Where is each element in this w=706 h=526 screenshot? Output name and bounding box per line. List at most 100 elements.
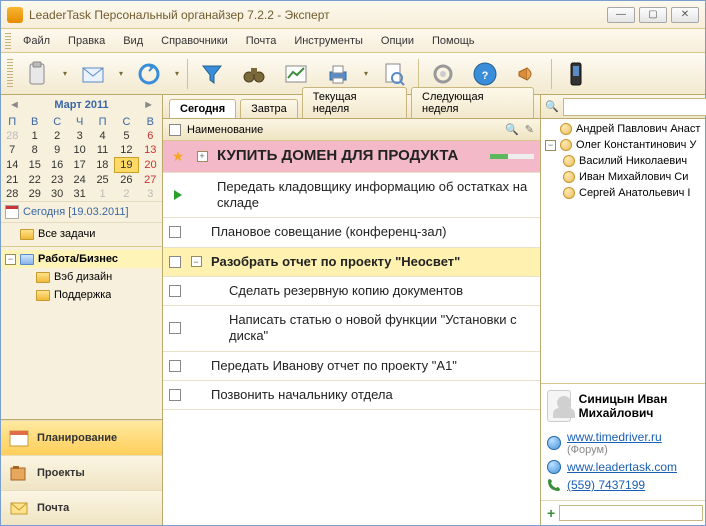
calendar-day[interactable]: 8 — [23, 143, 45, 158]
calendar-day[interactable]: 1 — [91, 187, 114, 201]
dropdown-icon[interactable]: ▾ — [362, 69, 370, 78]
contact-item[interactable]: Андрей Павлович Анаст — [541, 121, 705, 137]
tab-today[interactable]: Сегодня — [169, 99, 236, 118]
task-checkbox[interactable] — [169, 285, 181, 297]
contact-item[interactable]: −Олег Константинович У — [541, 137, 705, 153]
calendar-day[interactable]: 9 — [46, 143, 68, 158]
calendar-day[interactable]: 30 — [46, 187, 68, 201]
nav-planning[interactable]: Планирование — [1, 420, 162, 455]
dropdown-icon[interactable]: ▾ — [117, 69, 125, 78]
calendar-day[interactable]: 11 — [91, 143, 114, 158]
filter-button[interactable] — [194, 57, 230, 91]
calendar-day[interactable]: 31 — [68, 187, 90, 201]
announce-button[interactable] — [509, 57, 545, 91]
menu-view[interactable]: Вид — [115, 32, 151, 50]
task-row[interactable]: Передать кладовщику информацию об остатк… — [163, 173, 540, 219]
task-row[interactable]: Плановое совещание (конференц-зал) — [163, 218, 540, 247]
expand-icon[interactable]: + — [197, 151, 208, 162]
minimize-button[interactable]: — — [607, 7, 635, 23]
calendar-day[interactable]: 17 — [68, 158, 90, 173]
calendar-day[interactable]: 29 — [23, 187, 45, 201]
task-row[interactable]: Сделать резервную копию документов — [163, 277, 540, 306]
contact-tree[interactable]: Андрей Павлович Анаст −Олег Константинов… — [541, 119, 705, 383]
calendar-grid[interactable]: ПВСЧПСВ 28123456789101112131415161718192… — [1, 115, 162, 201]
calendar-day[interactable]: 5 — [114, 129, 138, 143]
menu-ref[interactable]: Справочники — [153, 32, 236, 50]
task-checkbox[interactable] — [169, 322, 181, 334]
calendar-day[interactable]: 21 — [1, 173, 23, 188]
calendar-day[interactable]: 14 — [1, 158, 23, 173]
tree-work[interactable]: − Работа/Бизнес — [1, 250, 162, 268]
calendar-day[interactable]: 2 — [114, 187, 138, 201]
calendar-day[interactable]: 6 — [139, 129, 162, 143]
dropdown-icon[interactable]: ▾ — [173, 69, 181, 78]
task-row[interactable]: Написать статью о новой функции "Установ… — [163, 306, 540, 352]
calendar-day[interactable]: 18 — [91, 158, 114, 173]
calendar-day[interactable]: 22 — [23, 173, 45, 188]
tree-web[interactable]: Вэб дизайн — [1, 268, 162, 286]
calendar-day[interactable]: 23 — [46, 173, 68, 188]
task-row[interactable]: Позвонить начальнику отдела — [163, 381, 540, 410]
next-month-button[interactable]: ► — [143, 99, 154, 111]
tree-all-tasks[interactable]: Все задачи — [1, 225, 162, 243]
collapse-icon[interactable]: − — [545, 140, 556, 151]
contact-item[interactable]: Иван Михайлович Си — [541, 169, 705, 185]
sync-button[interactable] — [131, 57, 167, 91]
collapse-icon[interactable]: − — [5, 254, 16, 265]
calendar-day[interactable]: 7 — [1, 143, 23, 158]
mail-button[interactable] — [75, 57, 111, 91]
clipboard-button[interactable] — [19, 57, 55, 91]
menu-tools[interactable]: Инструменты — [286, 32, 371, 50]
calendar-day[interactable]: 3 — [139, 187, 162, 201]
menu-options[interactable]: Опции — [373, 32, 422, 50]
calendar-day[interactable]: 13 — [139, 143, 162, 158]
maximize-button[interactable]: ▢ — [639, 7, 667, 23]
add-contact-row[interactable]: + — [541, 500, 705, 525]
contact-phone[interactable]: (559) 7437199 — [547, 476, 699, 494]
mobile-button[interactable] — [558, 57, 594, 91]
calendar-day[interactable]: 16 — [46, 158, 68, 173]
calendar-day[interactable]: 25 — [91, 173, 114, 188]
tab-week[interactable]: Текущая неделя — [302, 87, 407, 118]
task-row[interactable]: ★ + КУПИТЬ ДОМЕН ДЛЯ ПРОДУКТА — [163, 141, 540, 173]
task-list[interactable]: ★ + КУПИТЬ ДОМЕН ДЛЯ ПРОДУКТА Передать к… — [163, 141, 540, 525]
calendar-day[interactable]: 10 — [68, 143, 90, 158]
search-icon[interactable]: 🔍 — [505, 123, 519, 136]
calendar-day[interactable]: 28 — [1, 187, 23, 201]
select-all-checkbox[interactable] — [169, 124, 181, 136]
menu-help[interactable]: Помощь — [424, 32, 483, 50]
calendar-day[interactable]: 24 — [68, 173, 90, 188]
edit-column-icon[interactable]: ✎ — [525, 123, 534, 136]
task-checkbox[interactable] — [169, 389, 181, 401]
help-button[interactable]: ? — [467, 57, 503, 91]
nav-mail[interactable]: Почта — [1, 490, 162, 525]
tab-nextweek[interactable]: Следующая неделя — [411, 87, 534, 118]
prev-month-button[interactable]: ◄ — [9, 99, 20, 111]
task-checkbox[interactable] — [169, 360, 181, 372]
task-row[interactable]: − Разобрать отчет по проекту "Неосвет" — [163, 248, 540, 277]
settings-button[interactable] — [425, 57, 461, 91]
contact-search-input[interactable] — [563, 98, 706, 116]
contact-link[interactable]: www.leadertask.com — [547, 458, 699, 476]
contact-link[interactable]: www.timedriver.ru(Форум) — [547, 428, 699, 458]
menu-file[interactable]: Файл — [15, 32, 58, 50]
calendar-day[interactable]: 27 — [139, 173, 162, 188]
dropdown-icon[interactable]: ▾ — [61, 69, 69, 78]
calendar-day[interactable]: 3 — [68, 129, 90, 143]
calendar-month[interactable]: Март 2011 — [54, 99, 108, 111]
calendar-day[interactable]: 1 — [23, 129, 45, 143]
collapse-icon[interactable]: − — [191, 256, 202, 267]
calendar-day[interactable]: 12 — [114, 143, 138, 158]
today-link[interactable]: Сегодня [19.03.2011] — [1, 201, 162, 223]
add-contact-input[interactable] — [559, 505, 703, 521]
tree-support[interactable]: Поддержка — [1, 286, 162, 304]
task-checkbox[interactable] — [169, 256, 181, 268]
task-row[interactable]: Передать Иванову отчет по проекту "А1" — [163, 352, 540, 381]
chart-button[interactable] — [278, 57, 314, 91]
print-button[interactable] — [320, 57, 356, 91]
calendar-day[interactable]: 26 — [114, 173, 138, 188]
calendar-day[interactable]: 15 — [23, 158, 45, 173]
menu-mail[interactable]: Почта — [238, 32, 285, 50]
calendar-day[interactable]: 4 — [91, 129, 114, 143]
task-checkbox[interactable] — [169, 226, 181, 238]
